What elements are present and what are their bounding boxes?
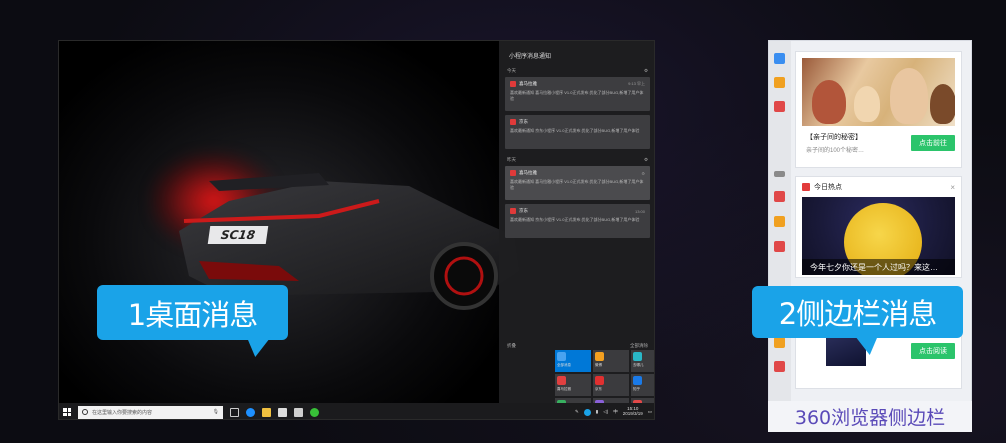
- tile-app-icon: [633, 352, 642, 361]
- quick-action-tile[interactable]: 全部消息: [555, 350, 591, 372]
- clear-all-link[interactable]: 全部清除: [630, 343, 648, 349]
- read-button[interactable]: 点击阅读: [911, 343, 955, 359]
- action-center-title: 小程序消息通知: [509, 54, 552, 60]
- store-icon[interactable]: [278, 407, 287, 417]
- bookmark-icon[interactable]: [774, 216, 785, 227]
- notification-card[interactable]: 喜马拉雅 ⚙ 喜欢最新通知 喜马拉雅小程序 V1.0正式发布,优化了部分BUG,…: [505, 166, 650, 200]
- family-photo: [802, 58, 955, 126]
- tile-app-icon: [595, 376, 604, 385]
- settings-icon[interactable]: ⚙: [644, 157, 648, 163]
- sidebar-card-family[interactable]: 【亲子间的秘密】 亲子间的100个秘密… 点击前往: [795, 51, 962, 168]
- license-plate: SC18: [207, 226, 269, 244]
- game-icon[interactable]: [774, 361, 785, 372]
- clock[interactable]: 15:10 2019/3/19: [623, 406, 643, 417]
- tile-label: 全部消息: [557, 363, 571, 367]
- game-icon[interactable]: [774, 241, 785, 252]
- tile-app-icon: [557, 352, 566, 361]
- tile-label: 知乎: [633, 387, 640, 391]
- pen-icon[interactable]: ✎: [575, 409, 579, 415]
- hot-news-icon: [802, 183, 810, 191]
- moon-image: 今年七夕你还是一个人过吗？来这…: [802, 197, 955, 275]
- language-indicator[interactable]: 中: [613, 409, 618, 415]
- collapse-link[interactable]: 折叠: [507, 343, 516, 349]
- notification-group-header: 今天 ⚙: [507, 68, 648, 74]
- tile-label: 去哪儿: [633, 363, 644, 367]
- edge-icon[interactable]: [246, 407, 255, 417]
- network-icon[interactable]: ▮: [596, 409, 598, 415]
- sidebar-card-hot-news[interactable]: 今日热点 × 今年七夕你还是一个人过吗？来这…: [795, 176, 962, 278]
- sidebar-message-callout: 2侧边栏消息: [752, 286, 963, 338]
- action-center-panel: 小程序消息通知 今天 ⚙ 喜马拉雅 9:13 早上 喜欢最新通知 喜马拉雅小程序…: [499, 41, 654, 403]
- wallpaper: SC18: [59, 41, 519, 403]
- card-app-name: 今日热点: [814, 184, 842, 191]
- desktop-message-callout: 1桌面消息: [97, 285, 288, 340]
- quick-action-tile[interactable]: 京东: [593, 374, 629, 396]
- browser-sidebar-screenshot: 【亲子间的秘密】 亲子间的100个秘密… 点击前往 今日热点 × 今年七夕你还是…: [768, 40, 972, 432]
- eye-icon[interactable]: [774, 171, 785, 177]
- tile-label: 京东: [595, 387, 602, 391]
- notification-card[interactable]: 京东 喜欢最新通知 京东小程序 V1.0正式发布,优化了部分BUG,新增了用户体…: [505, 115, 650, 149]
- settings-icon[interactable]: ⚙: [641, 171, 645, 176]
- cortana-icon: [82, 409, 88, 415]
- game-icon[interactable]: [774, 101, 785, 112]
- taskbar-search-input[interactable]: 在这里输入你要搜索的内容 🎙: [78, 405, 223, 419]
- 360-tray-icon[interactable]: [583, 408, 591, 416]
- file-explorer-icon[interactable]: [262, 407, 271, 417]
- bookmark-icon[interactable]: [774, 337, 785, 348]
- taskbar: 在这里输入你要搜索的内容 🎙 ✎ ▮ ◁) 中 15:10 2019/3/19 …: [59, 403, 654, 419]
- card-subtitle: 亲子间的100个秘密…: [806, 148, 865, 154]
- tile-app-icon: [633, 376, 642, 385]
- bookmark-icon[interactable]: [774, 77, 785, 88]
- sidebar-rail: [769, 41, 791, 401]
- news-icon[interactable]: [774, 191, 785, 202]
- browser-360-icon[interactable]: [310, 407, 319, 417]
- ximalaya-icon: [510, 170, 516, 176]
- notification-card[interactable]: 喜马拉雅 9:13 早上 喜欢最新通知 喜马拉雅小程序 V1.0正式发布,优化了…: [505, 77, 650, 111]
- message-icon[interactable]: [774, 53, 785, 64]
- close-icon[interactable]: ×: [950, 183, 955, 192]
- task-view-icon[interactable]: [230, 407, 239, 417]
- system-tray: ✎ ▮ ◁) 中 15:10 2019/3/19 ▭: [575, 406, 652, 417]
- quick-action-tile[interactable]: 微博: [593, 350, 629, 372]
- windows-start-icon[interactable]: [63, 408, 71, 416]
- jd-icon: [510, 208, 516, 214]
- notification-card[interactable]: 京东 13:00 喜欢最新通知 京东小程序 V1.0正式发布,优化了部分BUG,…: [505, 204, 650, 238]
- desktop-screenshot: SC18 小程序消息通知 今天 ⚙ 喜马拉雅 9:13 早上 喜欢最新通知 喜马…: [58, 40, 655, 420]
- go-button[interactable]: 点击前往: [911, 135, 955, 151]
- volume-icon[interactable]: ◁): [603, 409, 608, 415]
- quick-action-tile[interactable]: 去哪儿: [631, 350, 654, 372]
- quick-action-tile[interactable]: 喜马拉雅: [555, 374, 591, 396]
- jd-icon: [510, 119, 516, 125]
- image-caption: 今年七夕你还是一个人过吗？来这…: [802, 259, 955, 275]
- tile-label: 微博: [595, 363, 602, 367]
- microphone-icon: 🎙: [212, 409, 219, 415]
- quick-action-tile[interactable]: 知乎: [631, 374, 654, 396]
- sidebar-caption: 360浏览器侧边栏: [768, 401, 972, 432]
- tile-app-icon: [557, 376, 566, 385]
- tile-label: 喜马拉雅: [557, 387, 571, 391]
- settings-icon[interactable]: ⚙: [644, 68, 648, 74]
- mail-icon[interactable]: [294, 407, 303, 417]
- tile-app-icon: [595, 352, 604, 361]
- action-center-icon[interactable]: ▭: [648, 409, 652, 415]
- notification-group-header: 昨天 ⚙: [507, 157, 648, 163]
- quick-actions-header: 折叠 全部清除: [507, 343, 648, 349]
- ximalaya-icon: [510, 81, 516, 87]
- card-title: 【亲子间的秘密】: [806, 134, 862, 141]
